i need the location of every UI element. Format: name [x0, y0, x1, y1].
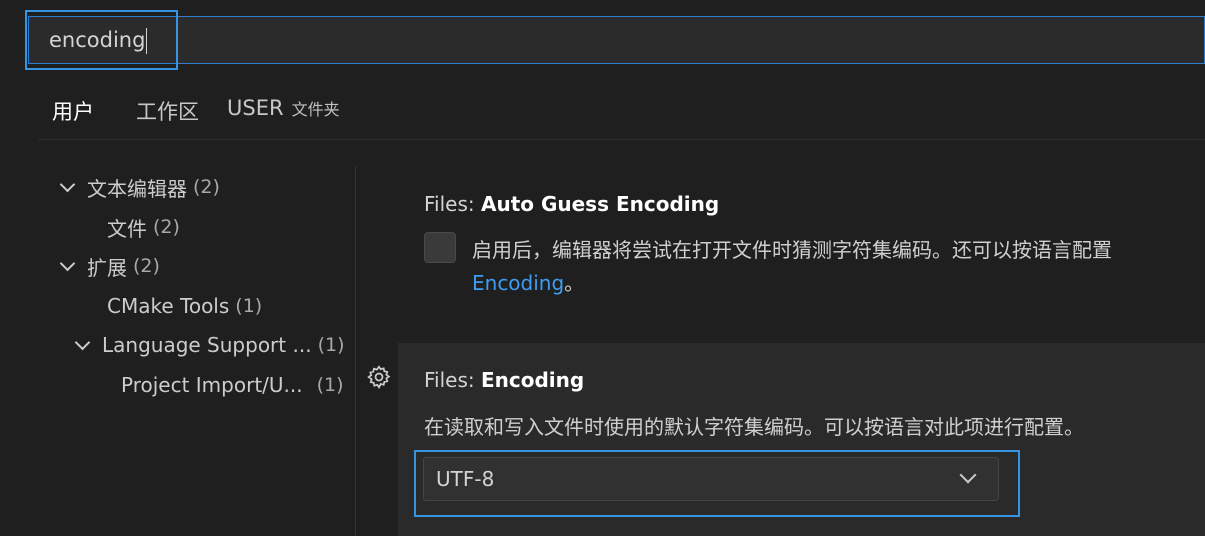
setting-description: 启用后，编辑器将尝试在打开文件时猜测字符集编码。还可以按语言配置 — [472, 238, 1112, 262]
toc-item-text-editor[interactable]: 文本编辑器 (2) — [59, 168, 220, 206]
toc-label: Project Import/U... — [121, 373, 303, 397]
toc-item-extensions[interactable]: 扩展 (2) — [59, 247, 160, 285]
setting-category: Files: — [424, 368, 475, 392]
setting-description: 在读取和写入文件时使用的默认字符集编码。可以按语言对此项进行配置。 — [424, 415, 1084, 439]
settings-search-box[interactable]: encoding — [28, 16, 1205, 64]
tab-user[interactable]: 用户 — [38, 92, 108, 140]
search-input[interactable]: encoding — [49, 28, 148, 54]
tab-workspace[interactable]: 工作区 — [136, 92, 199, 140]
select-value: UTF-8 — [436, 467, 495, 491]
chevron-down-icon — [959, 466, 977, 484]
desc-end: 。 — [564, 271, 585, 295]
toc-count: (2) — [133, 255, 160, 277]
tab-folder[interactable]: USER 文件夹 — [227, 92, 340, 140]
setting-title-auto-guess-encoding: Files: Auto Guess Encoding — [424, 192, 719, 216]
tab-folder-tag: 文件夹 — [291, 100, 340, 119]
toc-count: (1) — [235, 295, 263, 317]
auto-guess-encoding-checkbox[interactable] — [424, 232, 456, 263]
toc-label: Language Support ... — [102, 333, 312, 357]
setting-category: Files: — [424, 192, 475, 216]
gear-icon[interactable] — [366, 364, 392, 390]
toc-item-language-support[interactable]: Language Support ... (1) — [74, 326, 345, 364]
setting-title-encoding: Files: Encoding — [424, 368, 584, 392]
tab-folder-label: USER — [227, 96, 284, 120]
toc-item-project-import[interactable]: Project Import/U... (1) — [121, 366, 344, 404]
chevron-down-icon — [59, 176, 76, 192]
toc-item-cmake-tools[interactable]: CMake Tools (1) — [107, 287, 262, 325]
chevron-down-icon — [59, 255, 76, 271]
setting-name: Auto Guess Encoding — [480, 192, 720, 216]
search-value: encoding — [49, 28, 146, 52]
toc-label: 文本编辑器 — [87, 176, 187, 201]
toc-label: 扩展 — [87, 255, 127, 280]
chevron-down-icon — [74, 334, 91, 350]
tabs-divider — [38, 139, 1205, 140]
settings-scope-tabs: 用户 工作区 USER 文件夹 — [38, 92, 368, 140]
encoding-select[interactable]: UTF-8 — [423, 457, 999, 501]
toc-divider — [355, 166, 356, 536]
toc-count: (1) — [317, 334, 345, 356]
setting-name: Encoding — [480, 368, 585, 392]
text-caret — [146, 28, 148, 54]
setting-description-line2: Encoding。 — [472, 267, 584, 296]
toc-label: 文件 — [107, 216, 147, 241]
toc-label: CMake Tools — [107, 294, 230, 318]
encoding-setting-link[interactable]: Encoding — [472, 271, 564, 295]
toc-count: (1) — [316, 374, 344, 396]
toc-item-files[interactable]: 文件 (2) — [107, 208, 180, 246]
toc-count: (2) — [193, 176, 220, 198]
toc-count: (2) — [153, 216, 180, 238]
